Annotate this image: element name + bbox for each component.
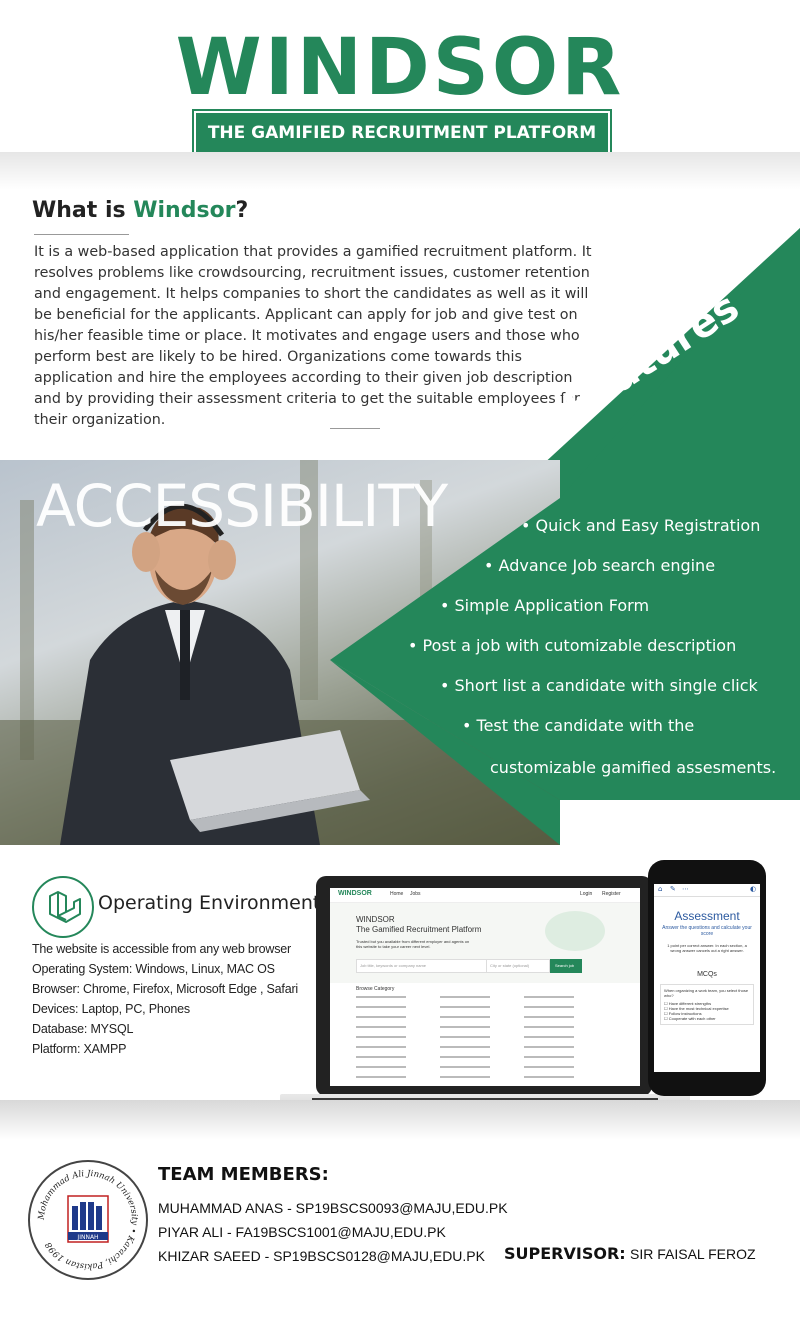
laptop-search-placeholder: Job title, keywords or company name [360,963,427,968]
laptop-search-button[interactable]: Search job [550,959,582,973]
team-member: PIYAR ALI - FA19BSCS1001@MAJU,EDU.PK [158,1224,446,1240]
feature-item: • Short list a candidate with single cli… [440,676,758,695]
phone-option[interactable]: ☐ Cooperate with each other [664,1016,750,1021]
feature-item: • Post a job with cutomizable descriptio… [408,636,737,655]
laptop-nav-login[interactable]: Login [580,891,592,897]
laptop-search-button-label: Search job [555,963,575,968]
seal-badge-text: JINNAH [76,1234,98,1241]
phone-assessment-title: Assessment [674,909,740,923]
laptop-category-list [356,996,574,1078]
phone-assessment-subtitle: Answer the questions and calculate your … [662,925,752,937]
supervisor-label: SUPERVISOR: [504,1244,626,1263]
environment-line: Operating System: Windows, Linux, MAC OS [32,962,275,976]
phone-screen: ⌂ ✎ ⋯ ◐ Assessment Answer the questions … [654,884,760,1072]
edit-icon[interactable]: ✎ [670,885,676,893]
laravel-icon [32,876,94,938]
team-member: KHIZAR SAEED - SP19BSCS0128@MAJU,EDU.PK [158,1248,485,1264]
laptop-nav-logo: WINDSOR [338,890,372,897]
feature-item: • Advance Job search engine [484,556,716,575]
laptop-hero-line2: The Gamified Recruitment Platform [356,925,482,934]
home-icon[interactable]: ⌂ [658,885,662,893]
laptop-nav-home[interactable]: Home [390,891,403,897]
laptop-browse-title: Browse Category [356,986,395,992]
team-title: TEAM MEMBERS: [158,1164,329,1185]
phone-question-text: When organizing a work team, you select … [664,988,749,998]
laptop-hero-sub: Trusted but you available from different… [356,939,470,949]
laptop-nav-register[interactable]: Register [602,891,621,897]
laptop-city-placeholder: City or state (optional) [490,963,530,968]
team-member: MUHAMMAD ANAS - SP19BSCS0093@MAJU,EDU.PK [158,1200,508,1216]
feature-item: • Quick and Easy Registration [521,516,761,535]
environment-line: Platform: XAMPP [32,1042,127,1056]
environment-line: The website is accessible from any web b… [32,942,291,956]
laptop-nav-jobs[interactable]: Jobs [410,891,421,897]
laptop-screen: WINDSOR Home Jobs Login Register WINDSOR… [330,888,640,1086]
environment-line: Browser: Chrome, Firefox, Microsoft Edge… [32,982,298,996]
laptop-hero-illustration [545,911,605,951]
laptop-hero-line1: WINDSOR [356,915,395,924]
phone-section-title: MCQs [697,971,717,978]
laptop-search-input[interactable]: Job title, keywords or company name [356,959,488,973]
feature-item: • Simple Application Form [440,596,650,615]
environment-line: Devices: Laptop, PC, Phones [32,1002,190,1016]
laptop-navbar: WINDSOR Home Jobs Login Register [330,888,640,903]
phone-toolbar: ⌂ ✎ ⋯ ◐ [654,884,760,897]
university-seal: Mohammad Ali Jinnah University • Karachi… [28,1160,148,1280]
phone-assessment-note: 1 point per correct answer. In each sect… [667,943,747,953]
share-icon[interactable]: ⋯ [682,885,689,893]
environment-line: Database: MYSQL [32,1022,134,1036]
feature-item: customizable gamified assesments. [490,758,777,777]
laptop-hero: WINDSOR The Gamified Recruitment Platfor… [330,903,640,983]
feature-item: • Test the candidate with the [462,716,695,735]
footer-divider-band [0,1100,800,1140]
environment-title: Operating Environment [98,892,321,914]
supervisor-name: SIR FAISAL FEROZ [630,1246,756,1262]
phone-question-card: When organizing a work team, you select … [660,984,754,1025]
laptop-city-input[interactable]: City or state (optional) [486,959,550,973]
theme-icon[interactable]: ◐ [750,885,756,893]
